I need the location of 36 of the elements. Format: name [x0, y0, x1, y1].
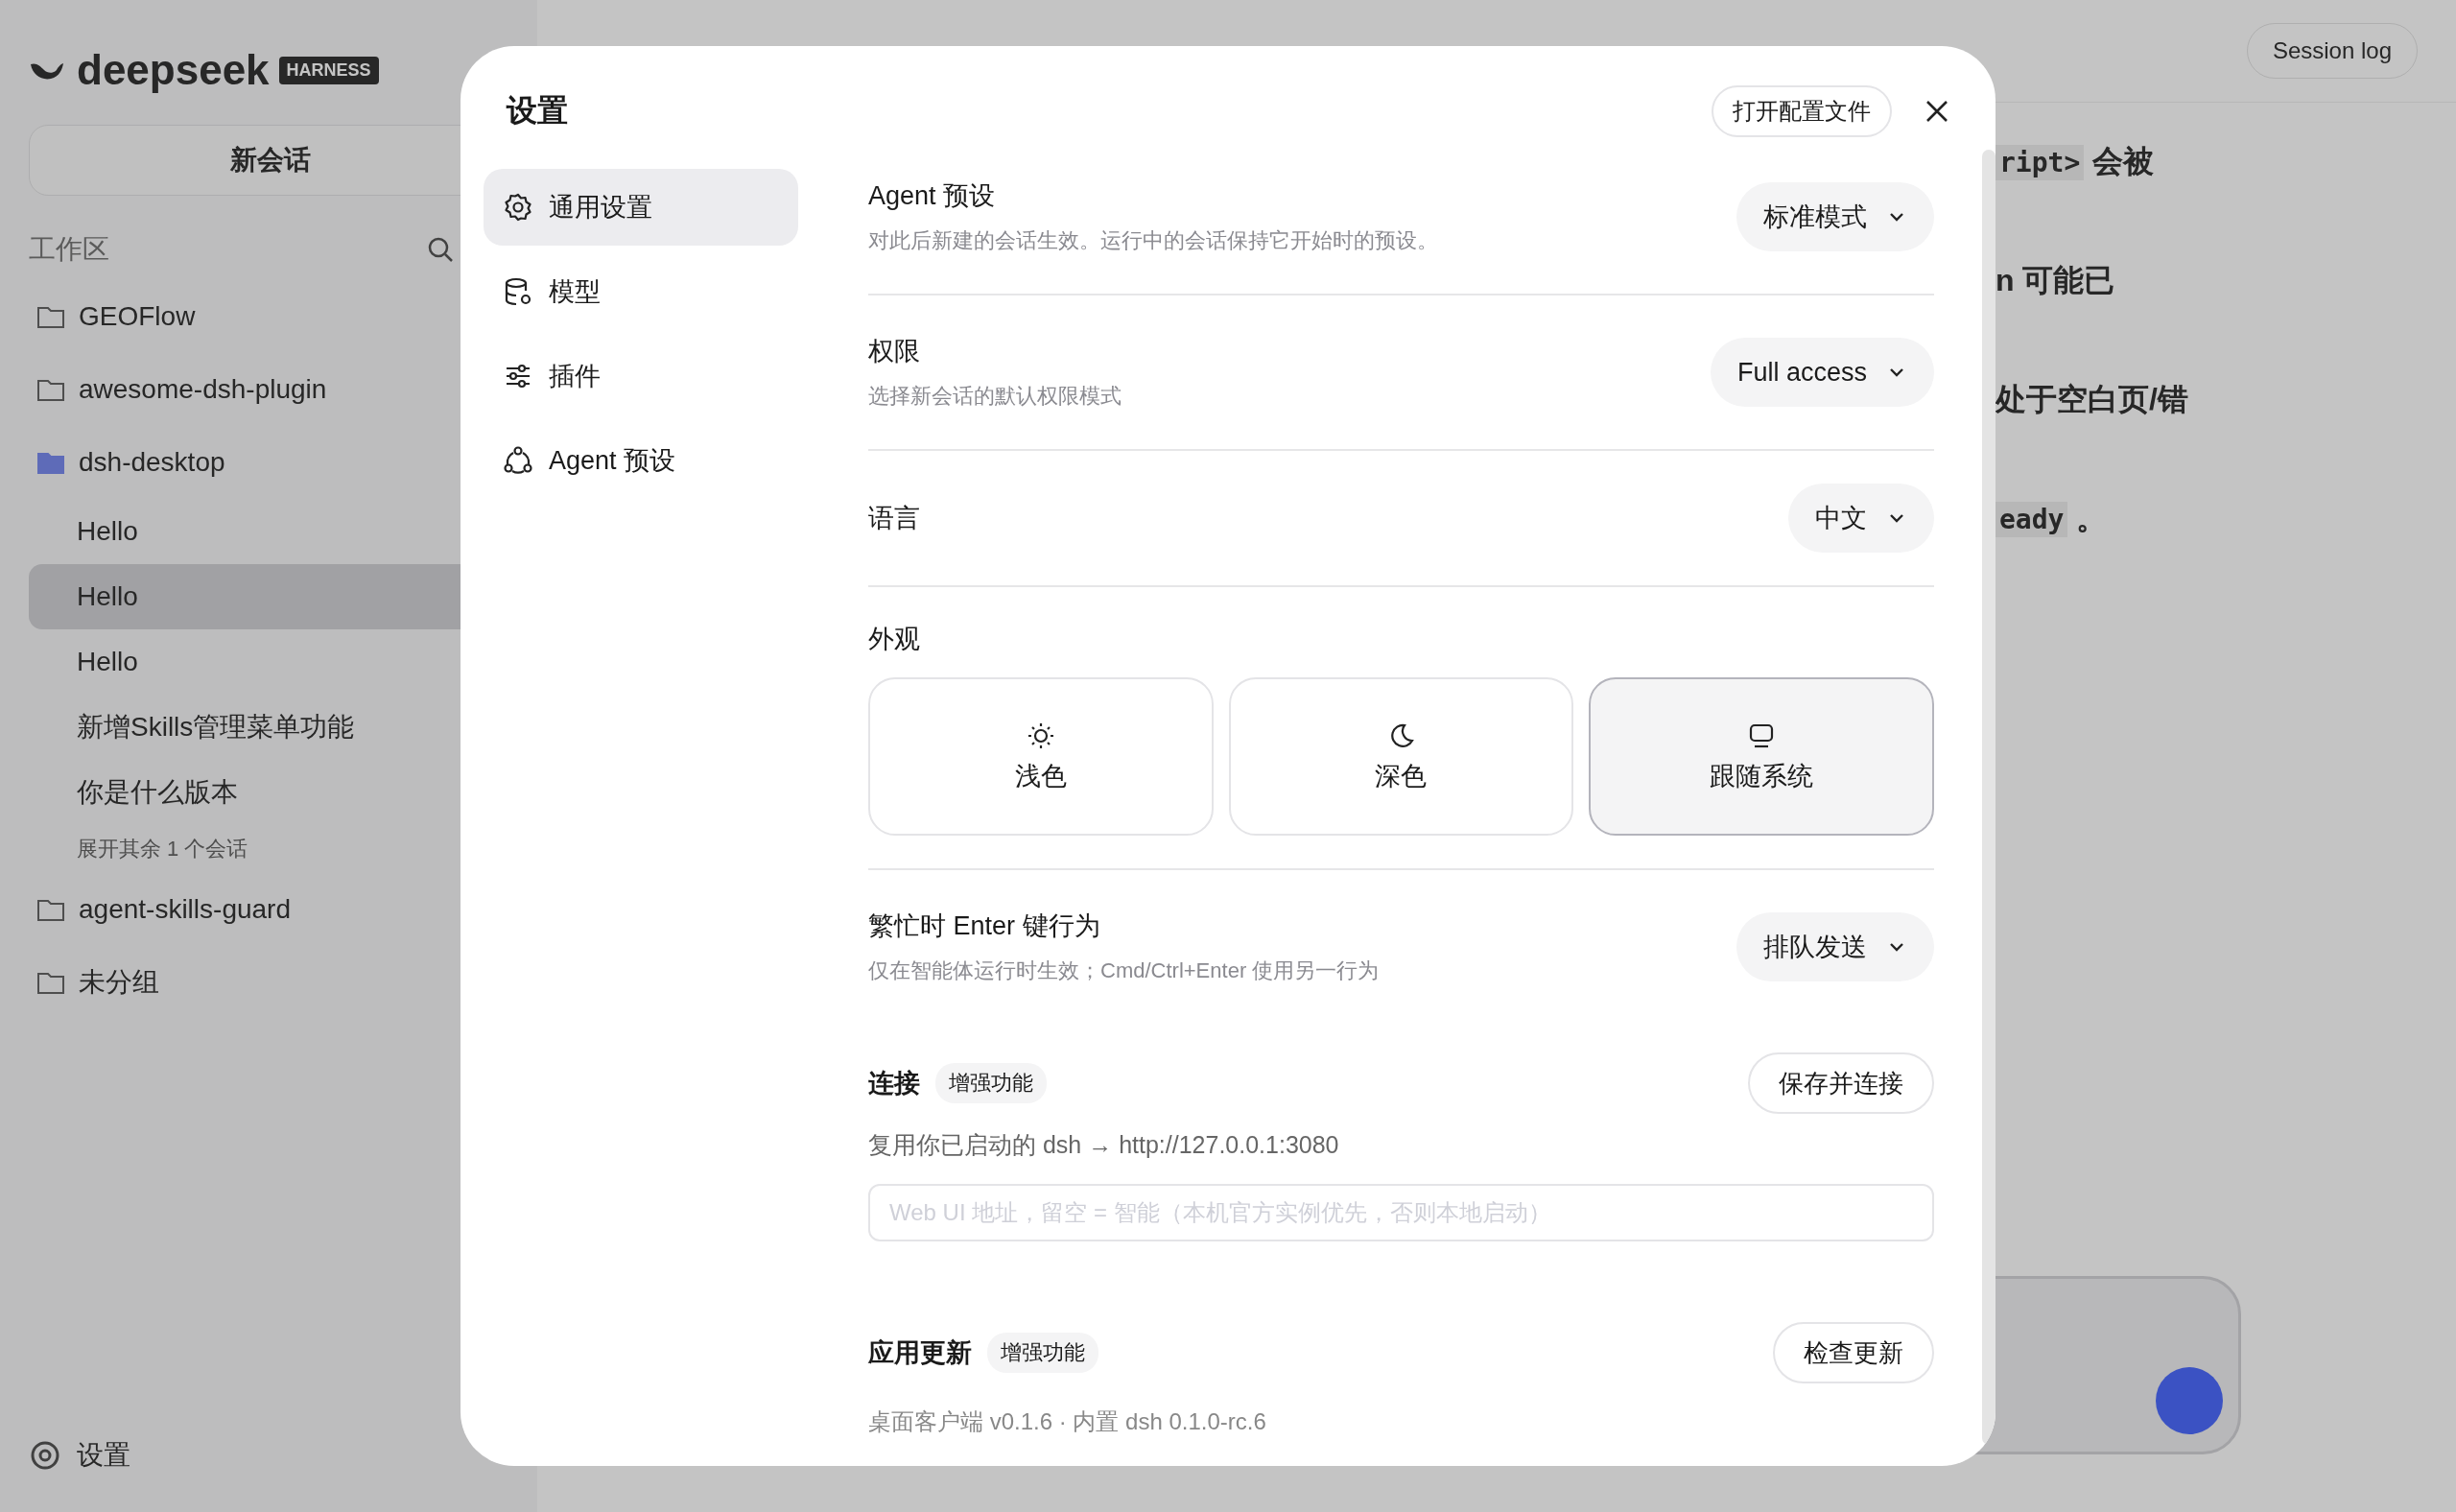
section-description: 复用你已启动的 dsh → http://127.0.0.1:3080	[868, 1130, 1340, 1160]
dropdown[interactable]: 排队发送	[1736, 912, 1934, 981]
nav-item[interactable]: 通用设置	[484, 169, 798, 246]
section-title: 应用更新	[868, 1337, 972, 1369]
version-text: 桌面客户端 v0.1.6 · 内置 dsh 0.1.0-rc.6	[868, 1407, 1267, 1436]
feature-badge: 增强功能	[987, 1333, 1098, 1373]
logo-badge: HARNESS	[278, 56, 379, 84]
feature-badge: 增强功能	[935, 1063, 1047, 1103]
action-button[interactable]: 检查更新	[1773, 1322, 1934, 1383]
logo-text: deepseek	[77, 46, 270, 94]
settings-link[interactable]: 设置	[29, 1437, 512, 1474]
setting-description: 仅在智能体运行时生效；Cmd/Ctrl+Enter 使用另一行为	[868, 957, 1380, 984]
open-config-button[interactable]: 打开配置文件	[1712, 85, 1892, 137]
dropdown[interactable]: 标准模式	[1736, 182, 1934, 251]
setting-title: 权限	[868, 336, 921, 367]
dropdown[interactable]: 中文	[1788, 484, 1934, 553]
setting-description: 选择新会话的默认权限模式	[868, 383, 1122, 410]
message-text: ript> 会被	[1996, 141, 2456, 183]
message-text: n 可能已	[1996, 262, 2116, 299]
section-title: 连接	[868, 1068, 920, 1099]
setting-title: Agent 预设	[868, 180, 997, 212]
message-text: eady 。	[1996, 498, 2456, 540]
project-item[interactable]: agent-skills-guard	[29, 873, 512, 946]
action-button[interactable]: 保存并连接	[1748, 1052, 1934, 1114]
session-log-button[interactable]: Session log	[2246, 23, 2418, 79]
message-text: 处于空白页/错	[1996, 381, 2189, 418]
project-item[interactable]: 未分组	[29, 946, 512, 1019]
setting-description: 对此后新建的会话生效。运行中的会话保持它开始时的预设。	[868, 227, 1438, 254]
setting-title: 语言	[868, 503, 920, 534]
dropdown[interactable]: Full access	[1710, 338, 1934, 407]
theme-option[interactable]: 跟随系统	[1589, 677, 1934, 836]
theme-option[interactable]: 深色	[1228, 677, 1574, 836]
workspace-label: 工作区	[29, 233, 109, 266]
setting-title: 繁忙时 Enter 键行为	[868, 910, 1101, 942]
theme-option[interactable]: 浅色	[868, 677, 1214, 836]
setting-title: 外观	[868, 624, 921, 655]
